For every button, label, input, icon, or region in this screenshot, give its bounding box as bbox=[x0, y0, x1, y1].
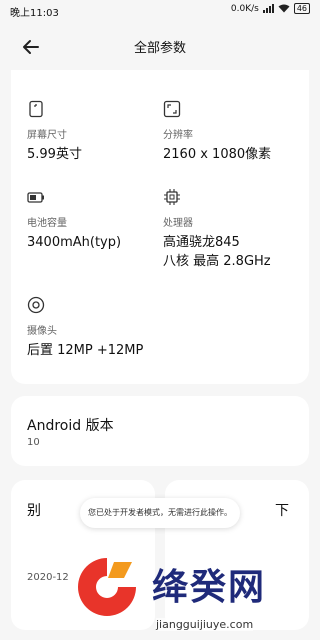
spec-label: 处理器 bbox=[163, 218, 193, 229]
watermark-brand: 绛癸网 bbox=[152, 567, 267, 608]
watermark-url: jiangguijiuye.com bbox=[156, 618, 254, 631]
screen-size-icon bbox=[29, 100, 43, 118]
processor-icon bbox=[164, 189, 180, 205]
spec-value-line2: 八核 最高 2.8GHz bbox=[163, 254, 271, 269]
wifi-icon bbox=[278, 4, 290, 13]
spec-value: 3400mAh(typ) bbox=[27, 235, 122, 250]
battery-icon: 46 bbox=[293, 3, 310, 14]
card-label: 别 bbox=[27, 503, 41, 519]
status-bar: 晚上11:03 0.0K/s 46 bbox=[0, 0, 320, 24]
toast-message: 您已处于开发者模式，无需进行此操作。 bbox=[80, 498, 240, 528]
spec-value: 后置 12MP +12MP bbox=[27, 343, 144, 358]
status-right-group: 0.0K/s 46 bbox=[231, 3, 310, 14]
title-bar: 全部参数 bbox=[0, 24, 320, 70]
spec-label: 屏幕尺寸 bbox=[27, 130, 67, 141]
spec-value: 高通骁龙845 bbox=[163, 235, 240, 250]
spec-processor: 处理器 高通骁龙845 八核 最高 2.8GHz bbox=[163, 188, 271, 271]
spec-screen-size: 屏幕尺寸 5.99英寸 bbox=[27, 100, 82, 164]
spec-battery: 电池容量 3400mAh(typ) bbox=[27, 188, 121, 252]
spec-label: 分辨率 bbox=[163, 130, 193, 141]
spec-value: 5.99英寸 bbox=[27, 147, 82, 162]
spec-card: 屏幕尺寸 5.99英寸 分辨率 2160 x 1080像素 电池容量 3400m… bbox=[11, 70, 309, 384]
resolution-icon bbox=[163, 100, 181, 118]
spec-camera: 摄像头 后置 12MP +12MP bbox=[27, 296, 143, 360]
spec-resolution: 分辨率 2160 x 1080像素 bbox=[163, 100, 271, 164]
signal-icon bbox=[262, 4, 274, 13]
spec-label: 电池容量 bbox=[27, 218, 67, 229]
android-version-card[interactable]: Android 版本 10 bbox=[11, 396, 309, 466]
watermark: 绛癸网 jiangguijiuye.com bbox=[70, 548, 320, 640]
android-version-value: 10 bbox=[27, 437, 40, 448]
card-label: 下 bbox=[275, 503, 289, 519]
battery-capacity-icon bbox=[27, 192, 44, 203]
watermark-logo-icon bbox=[78, 558, 136, 616]
android-version-label: Android 版本 bbox=[27, 418, 114, 434]
camera-icon bbox=[27, 296, 45, 314]
status-time: 晚上11:03 bbox=[10, 8, 59, 19]
spec-value: 2160 x 1080像素 bbox=[163, 147, 272, 162]
network-speed: 0.0K/s bbox=[230, 3, 259, 14]
battery-level: 46 bbox=[296, 4, 307, 13]
spec-label: 摄像头 bbox=[27, 326, 57, 337]
card-value: 2020-12 bbox=[27, 572, 69, 583]
page-title: 全部参数 bbox=[133, 41, 186, 56]
